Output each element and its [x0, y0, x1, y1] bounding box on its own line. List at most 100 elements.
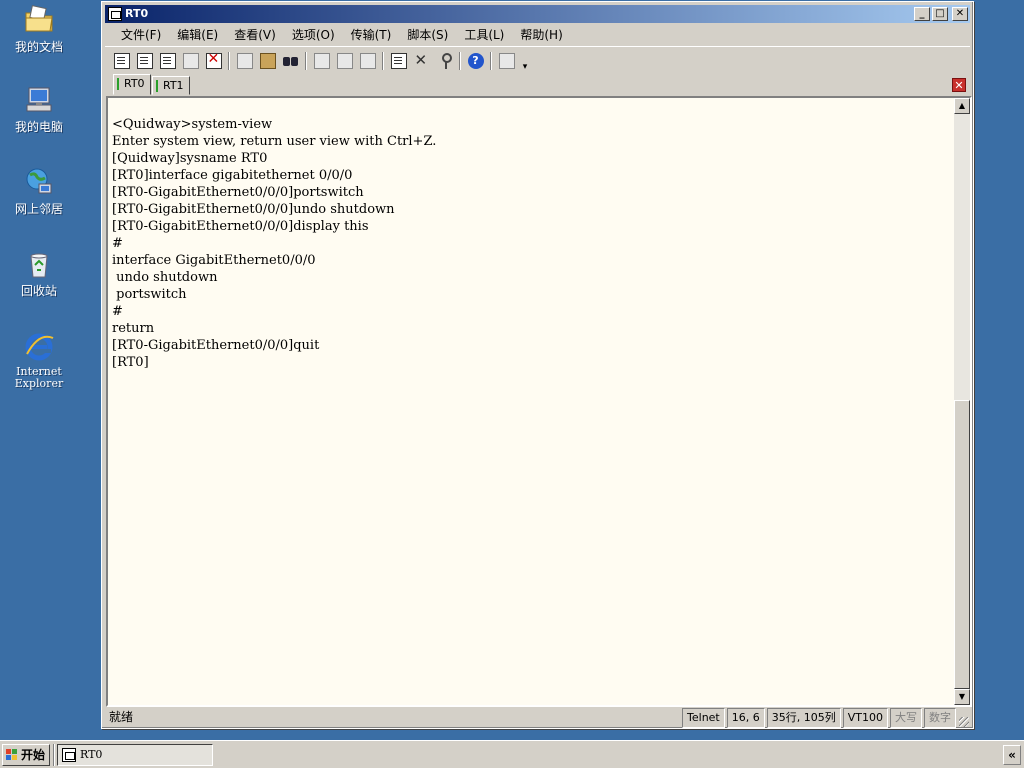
find-icon	[282, 53, 299, 69]
close-tab-button[interactable]: ✕	[952, 78, 966, 92]
reconnect-button[interactable]	[179, 50, 202, 72]
desktop-icon-network[interactable]: 网上邻居	[0, 166, 78, 216]
status-terminal-size: 35行, 105列	[766, 708, 841, 728]
copy-icon	[236, 52, 253, 69]
terminal-line: Enter system view, return user view with…	[112, 134, 437, 149]
session-tabbar: RT0 RT1 ✕	[105, 74, 970, 95]
menu-help[interactable]: 帮助(H)	[512, 25, 570, 45]
connect-tab-icon	[159, 52, 176, 69]
help-button[interactable]: ?	[464, 50, 487, 72]
status-num-lock: 数字	[924, 708, 956, 728]
terminal-line: interface GigabitEthernet0/0/0	[112, 253, 316, 268]
desktop-icon-my-documents[interactable]: 我的文档	[0, 4, 78, 54]
taskbar-item-rt0[interactable]: RT0	[57, 744, 213, 766]
toolbar-overflow-button[interactable]: ▾	[520, 60, 530, 74]
session-options-icon	[390, 52, 407, 69]
app-icon[interactable]	[108, 7, 122, 21]
paste-icon	[259, 52, 276, 69]
window-titlebar[interactable]: RT0 _ □ ✕	[105, 5, 970, 23]
start-label: 开始	[21, 748, 46, 762]
keymap-icon	[498, 52, 515, 69]
status-cursor-position: 16, 6	[726, 708, 765, 728]
terminal-line: [RT0-GigabitEthernet0/0/0]quit	[112, 338, 320, 353]
terminal-line: #	[112, 304, 123, 319]
menu-view[interactable]: 查看(V)	[226, 25, 284, 45]
tab-status-indicator	[117, 78, 119, 90]
terminal-output[interactable]: <Quidway>system-view Enter system view, r…	[108, 98, 954, 705]
windows-logo-icon	[6, 749, 18, 761]
menu-script[interactable]: 脚本(S)	[399, 25, 456, 45]
terminal-line: <Quidway>system-view	[112, 117, 273, 132]
connect-tab-button[interactable]	[156, 50, 179, 72]
disconnect-button[interactable]	[202, 50, 225, 72]
tab-label: RT1	[163, 79, 184, 92]
toolbar-separator	[228, 51, 230, 70]
print-icon	[313, 52, 330, 69]
tab-status-indicator	[156, 80, 158, 92]
keymap-button[interactable]	[495, 50, 518, 72]
print-selection-button[interactable]	[333, 50, 356, 72]
scroll-down-button[interactable]: ▼	[954, 689, 970, 705]
quick-connect-button[interactable]	[133, 50, 156, 72]
disconnect-icon	[205, 51, 222, 69]
status-ready: 就绪	[109, 710, 134, 724]
toolbar: ? ▾	[105, 46, 970, 74]
computer-icon	[23, 84, 55, 116]
start-button[interactable]: 开始	[2, 744, 50, 766]
global-options-button[interactable]	[410, 50, 433, 72]
network-icon	[23, 166, 55, 198]
terminal-line: #	[112, 236, 123, 251]
terminal-line: [RT0-GigabitEthernet0/0/0]display this	[112, 219, 369, 234]
menu-edit[interactable]: 编辑(E)	[169, 25, 226, 45]
menu-tools[interactable]: 工具(L)	[456, 25, 512, 45]
desktop-icon-recycle-bin[interactable]: 回收站	[0, 248, 78, 298]
terminal-line: undo shutdown	[112, 270, 218, 285]
menu-file[interactable]: 文件(F)	[113, 25, 169, 45]
connect-button[interactable]	[110, 50, 133, 72]
terminal-frame: <Quidway>system-view Enter system view, r…	[106, 96, 972, 707]
tab-label: RT0	[124, 77, 145, 90]
desktop-icon-label: 我的文档	[14, 40, 63, 54]
menu-transfer[interactable]: 传输(T)	[343, 25, 400, 45]
terminal-window: RT0 _ □ ✕ 文件(F) 编辑(E) 查看(V) 选项(O) 传输(T) …	[101, 1, 974, 729]
minimize-button[interactable]: _	[914, 7, 930, 21]
desktop-icon-label: 我的电脑	[14, 120, 63, 134]
print-setup-button[interactable]	[356, 50, 379, 72]
print-button[interactable]	[310, 50, 333, 72]
recycle-bin-icon	[23, 248, 55, 280]
scroll-up-button[interactable]: ▲	[954, 98, 970, 114]
menubar: 文件(F) 编辑(E) 查看(V) 选项(O) 传输(T) 脚本(S) 工具(L…	[105, 25, 970, 45]
maximize-button[interactable]: □	[932, 7, 948, 21]
help-icon: ?	[467, 52, 484, 69]
folder-documents-icon	[23, 4, 55, 36]
menu-options[interactable]: 选项(O)	[284, 25, 343, 45]
paste-button[interactable]	[256, 50, 279, 72]
window-controls: _ □ ✕	[914, 7, 968, 21]
terminal-line: portswitch	[112, 287, 187, 302]
key-button[interactable]	[433, 50, 456, 72]
session-options-button[interactable]	[387, 50, 410, 72]
status-caps-lock: 大写	[890, 708, 922, 728]
desktop-icon-internet-explorer[interactable]: Internet Explorer	[0, 330, 78, 390]
desktop-icon-label: Internet Explorer	[14, 365, 64, 390]
taskbar: 开始 RT0 «	[0, 740, 1024, 768]
resize-grip[interactable]	[956, 708, 970, 728]
window-title: RT0	[125, 7, 149, 20]
tray-expand-button[interactable]: «	[1003, 745, 1021, 765]
find-button[interactable]	[279, 50, 302, 72]
global-options-icon	[414, 51, 430, 69]
scroll-thumb[interactable]	[954, 400, 970, 689]
tab-rt1[interactable]: RT1	[152, 76, 190, 95]
tab-rt0[interactable]: RT0	[113, 74, 151, 95]
terminal-line: [RT0-GigabitEthernet0/0/0]portswitch	[112, 185, 364, 200]
toolbar-separator	[382, 51, 384, 70]
desktop-icon-my-computer[interactable]: 我的电脑	[0, 84, 78, 134]
quick-connect-icon	[136, 52, 153, 69]
vertical-scrollbar[interactable]: ▲ ▼	[954, 98, 970, 705]
print-selection-icon	[336, 52, 353, 69]
statusbar: 就绪 Telnet 16, 6 35行, 105列 VT100 大写 数字	[105, 708, 970, 728]
desktop-icon-label: 回收站	[20, 284, 57, 298]
toolbar-separator	[459, 51, 461, 70]
copy-button[interactable]	[233, 50, 256, 72]
close-button[interactable]: ✕	[952, 7, 968, 21]
